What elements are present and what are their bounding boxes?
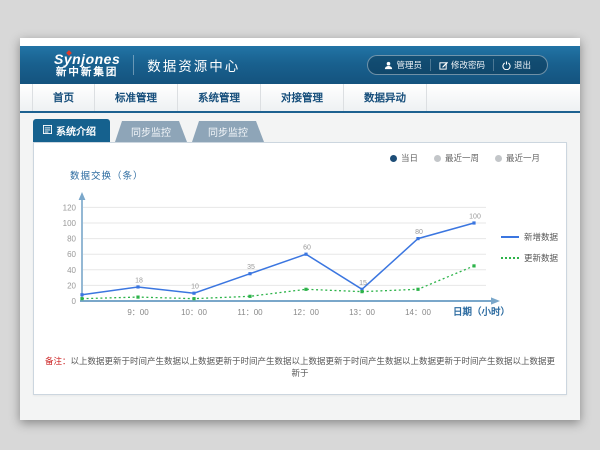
tab-label: 系统介绍 <box>56 123 96 138</box>
user-menu-label: 修改密码 <box>451 59 485 71</box>
svg-text:12：00: 12：00 <box>293 308 319 317</box>
footnote-prefix: 备注： <box>45 356 71 366</box>
svg-text:20: 20 <box>67 281 76 290</box>
nav-item-1[interactable]: 标准管理 <box>95 84 178 111</box>
svg-text:11：00: 11：00 <box>237 308 263 317</box>
svg-text:100: 100 <box>63 219 77 228</box>
legend-item-0[interactable]: 新增数据 <box>501 231 558 243</box>
svg-text:13：00: 13：00 <box>349 308 375 317</box>
svg-text:日期（小时）: 日期（小时） <box>453 306 510 318</box>
header-divider <box>133 55 134 75</box>
svg-text:60: 60 <box>303 245 311 252</box>
nav-item-4[interactable]: 数据异动 <box>344 84 427 111</box>
svg-text:60: 60 <box>67 250 76 259</box>
tab-1[interactable]: 同步监控 <box>115 121 187 142</box>
radio-label: 最近一周 <box>445 152 479 164</box>
user-menu-change-password[interactable]: 修改密码 <box>430 59 493 71</box>
edit-icon <box>439 61 448 70</box>
radio-label: 当日 <box>401 152 418 164</box>
tab-0[interactable]: 系统介绍 <box>33 119 110 142</box>
legend-label: 更新数据 <box>524 252 558 264</box>
svg-text:0: 0 <box>72 297 77 306</box>
user-menu-logout[interactable]: 退出 <box>493 59 539 71</box>
radio-option-0[interactable]: 当日 <box>390 152 418 164</box>
main-nav: 首页标准管理系统管理对接管理数据异动 <box>20 84 580 113</box>
svg-text:9：00: 9：00 <box>127 308 149 317</box>
radio-dot-icon <box>434 155 441 162</box>
chart-canvas: 0 20 40 60 80 100 120 9：00 10：00 11：00 12：00 13：00 1… <box>42 183 512 333</box>
chart-legend: 新增数据更新数据 <box>501 231 558 264</box>
svg-text:10: 10 <box>191 284 199 291</box>
svg-text:35: 35 <box>247 264 255 271</box>
logo-brand-text: Synjones <box>54 52 120 67</box>
user-icon <box>384 61 393 70</box>
legend-item-1[interactable]: 更新数据 <box>501 252 558 264</box>
svg-text:80: 80 <box>415 229 423 236</box>
line-chart: 0 20 40 60 80 100 120 9：00 10：00 11：00 12：00 13：00 1… <box>42 183 512 338</box>
footnote: 备注：以上数据更新于时间产生数据以上数据更新于时间产生数据以上数据更新于时间产生… <box>34 355 566 379</box>
svg-text:40: 40 <box>67 266 76 275</box>
logo-company-text: 新中新集团 <box>54 67 120 79</box>
chart-card: 当日 最近一周 最近一月 数据交换（条） 0 20 40 60 80 100 120 9：00 10… <box>33 142 567 395</box>
svg-text:80: 80 <box>67 235 76 244</box>
tab-label: 同步监控 <box>131 124 171 139</box>
user-menu: 管理员 修改密码 退出 <box>367 55 548 75</box>
legend-swatch-icon <box>501 257 519 259</box>
tab-label: 同步监控 <box>208 124 248 139</box>
tab-2[interactable]: 同步监控 <box>192 121 264 142</box>
svg-text:100: 100 <box>469 214 481 221</box>
footnote-text: 以上数据更新于时间产生数据以上数据更新于时间产生数据以上数据更新于时间产生数据以… <box>71 356 556 378</box>
nav-item-2[interactable]: 系统管理 <box>178 84 261 111</box>
nav-item-0[interactable]: 首页 <box>32 84 95 111</box>
user-menu-label: 管理员 <box>396 59 422 71</box>
user-menu-label: 退出 <box>514 59 531 71</box>
app-header: Synjones 新中新集团 数据资源中心 管理员 修改密码 退出 <box>20 46 580 84</box>
svg-text:120: 120 <box>63 203 77 212</box>
legend-swatch-icon <box>501 236 519 238</box>
svg-text:14：00: 14：00 <box>405 308 431 317</box>
legend-label: 新增数据 <box>524 231 558 243</box>
time-range-filter: 当日 最近一周 最近一月 <box>390 152 540 164</box>
svg-text:18: 18 <box>135 277 143 284</box>
user-menu-admin[interactable]: 管理员 <box>376 59 430 71</box>
radio-dot-icon <box>495 155 502 162</box>
company-logo: Synjones 新中新集团 <box>54 52 120 79</box>
nav-item-3[interactable]: 对接管理 <box>261 84 344 111</box>
svg-text:15: 15 <box>359 280 367 287</box>
page-title: 数据资源中心 <box>147 55 240 75</box>
radio-option-1[interactable]: 最近一周 <box>434 152 479 164</box>
content-area: 系统介绍 同步监控 同步监控 当日 最近一周 最近一月 数据交换（条） 0 20 40 60 8… <box>20 113 580 420</box>
y-axis-title: 数据交换（条） <box>70 168 144 182</box>
svg-text:10：00: 10：00 <box>181 308 207 317</box>
window-top-strip <box>20 38 580 46</box>
radio-dot-icon <box>390 155 397 162</box>
tab-bar: 系统介绍 同步监控 同步监控 <box>33 122 580 142</box>
radio-option-2[interactable]: 最近一月 <box>495 152 540 164</box>
app-window: Synjones 新中新集团 数据资源中心 管理员修改密码退出 首页标准管理系统… <box>20 38 580 420</box>
panel-icon <box>43 125 52 137</box>
radio-label: 最近一月 <box>506 152 540 164</box>
power-icon <box>502 61 511 70</box>
